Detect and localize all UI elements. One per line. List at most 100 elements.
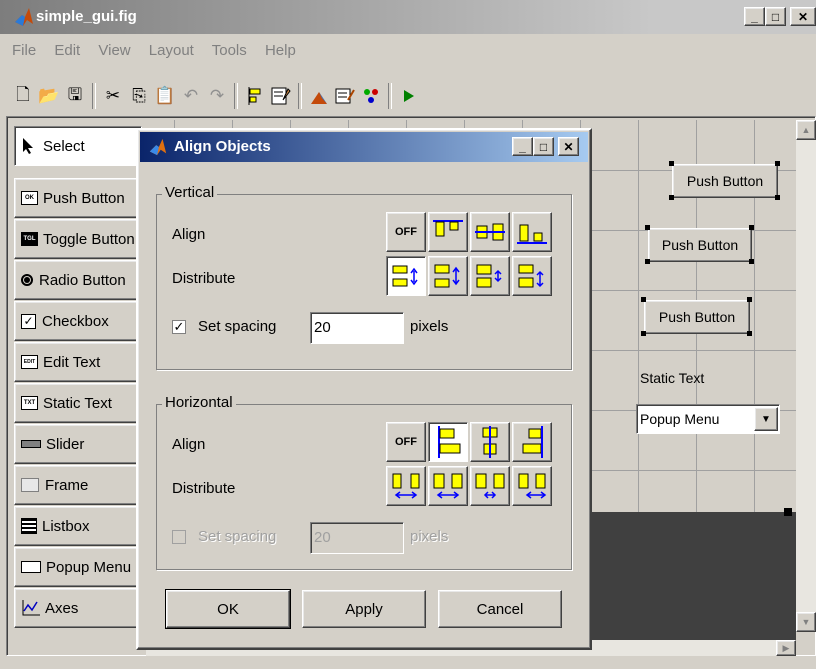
- popup-value: Popup Menu: [640, 411, 720, 427]
- palette-popup-menu[interactable]: Popup Menu: [14, 547, 142, 587]
- palette-static-text[interactable]: TXT Static Text: [14, 383, 142, 423]
- vertical-spacing-label: Set spacing: [198, 318, 277, 335]
- distribute-center-button[interactable]: [428, 466, 468, 506]
- distribute-gap-button[interactable]: [470, 256, 510, 296]
- canvas-static-text[interactable]: Static Text: [640, 370, 704, 386]
- align-bottom-button[interactable]: [512, 212, 552, 252]
- maximize-button[interactable]: □: [765, 7, 786, 26]
- palette-edit-text[interactable]: EDIT Edit Text: [14, 342, 142, 382]
- scroll-down-arrow-icon[interactable]: ▼: [796, 612, 816, 632]
- save-icon[interactable]: 🖫: [62, 83, 88, 109]
- distribute-top-button[interactable]: [386, 256, 426, 296]
- align-center-button[interactable]: [470, 422, 510, 462]
- distribute-vertical-icon: [434, 264, 460, 288]
- distribute-left-button[interactable]: [386, 466, 426, 506]
- ok-button[interactable]: OK: [165, 589, 291, 629]
- horizontal-align-off-button[interactable]: OFF: [386, 422, 426, 462]
- static-text-icon: TXT: [21, 396, 38, 410]
- canvas-popup-menu[interactable]: Popup Menu ▼: [636, 404, 780, 434]
- palette-label: Checkbox: [42, 312, 109, 330]
- palette-listbox[interactable]: Listbox: [14, 506, 142, 546]
- vertical-spacing-units: pixels: [410, 318, 449, 335]
- canvas-push-button-2[interactable]: Push Button: [648, 228, 752, 262]
- palette-select[interactable]: Select: [14, 126, 142, 166]
- minimize-button[interactable]: _: [744, 7, 765, 26]
- align-top-button[interactable]: [428, 212, 468, 252]
- align-center-icon: [482, 426, 498, 458]
- dialog-title-bar[interactable]: Align Objects _ □ ✕: [140, 132, 588, 162]
- scroll-right-arrow-icon[interactable]: ▶: [776, 640, 796, 656]
- canvas-push-button-3[interactable]: Push Button: [644, 300, 750, 334]
- dialog-maximize-button[interactable]: □: [533, 137, 554, 156]
- vertical-scrollbar[interactable]: [796, 120, 816, 632]
- copy-icon[interactable]: ⎘: [126, 83, 152, 109]
- distribute-right-button[interactable]: [512, 466, 552, 506]
- distribute-gap-h-button[interactable]: [470, 466, 510, 506]
- vertical-distribute-label: Distribute: [172, 270, 236, 287]
- palette-slider[interactable]: Slider: [14, 424, 142, 464]
- horizontal-spacing-checkbox[interactable]: [172, 530, 186, 544]
- run-icon[interactable]: [396, 83, 422, 109]
- edit-text-icon: EDIT: [21, 355, 38, 369]
- palette-toggle-button[interactable]: TGL Toggle Button: [14, 219, 142, 259]
- horizontal-align-label: Align: [172, 436, 206, 453]
- open-folder-icon[interactable]: 📂: [36, 83, 62, 109]
- distribute-bottom-button[interactable]: [512, 256, 552, 296]
- dialog-close-button[interactable]: ✕: [558, 137, 579, 156]
- align-right-icon: [522, 426, 543, 458]
- editor-icon[interactable]: [306, 83, 332, 109]
- distribute-middle-button[interactable]: [428, 256, 468, 296]
- menu-editor-icon[interactable]: [268, 83, 294, 109]
- vertical-align-off-button[interactable]: OFF: [386, 212, 426, 252]
- cut-icon[interactable]: ✂: [100, 83, 126, 109]
- palette-frame[interactable]: Frame: [14, 465, 142, 505]
- palette-radio-button[interactable]: Radio Button: [14, 260, 142, 300]
- horizontal-spacing-input[interactable]: 20: [310, 522, 404, 554]
- toggle-button-icon: TGL: [21, 232, 38, 246]
- scroll-up-arrow-icon[interactable]: ▲: [796, 120, 816, 140]
- palette-axes[interactable]: Axes: [14, 588, 142, 628]
- palette-label: Listbox: [42, 517, 90, 535]
- palette-push-button[interactable]: OK Push Button: [14, 178, 142, 218]
- menu-view[interactable]: View: [98, 42, 130, 59]
- apply-button[interactable]: Apply: [302, 590, 426, 628]
- palette-label: Push Button: [43, 189, 125, 207]
- paste-icon[interactable]: 📋: [152, 83, 178, 109]
- align-tool-icon[interactable]: [242, 83, 268, 109]
- new-file-icon[interactable]: 🗋: [10, 83, 36, 109]
- horizontal-distribute-label: Distribute: [172, 480, 236, 497]
- undo-icon[interactable]: ↶: [178, 83, 204, 109]
- frame-icon: [21, 478, 39, 492]
- selection-handle: [747, 297, 752, 302]
- redo-icon[interactable]: ↷: [204, 83, 230, 109]
- palette-label: Popup Menu: [46, 558, 132, 576]
- vertical-spacing-checkbox[interactable]: ✓: [172, 320, 186, 334]
- object-browser-icon[interactable]: [358, 83, 384, 109]
- horizontal-spacing-label: Set spacing: [198, 528, 277, 545]
- selection-handle: [641, 331, 646, 336]
- menu-layout[interactable]: Layout: [149, 42, 194, 59]
- align-left-icon: [438, 426, 461, 458]
- push-button-icon: OK: [21, 191, 38, 205]
- menu-tools[interactable]: Tools: [212, 42, 247, 59]
- close-button[interactable]: ✕: [790, 7, 816, 26]
- dialog-minimize-button[interactable]: _: [512, 137, 533, 156]
- align-middle-button[interactable]: [470, 212, 510, 252]
- align-left-button[interactable]: [428, 422, 468, 462]
- cancel-button[interactable]: Cancel: [438, 590, 562, 628]
- palette-checkbox[interactable]: ✓ Checkbox: [14, 301, 142, 341]
- vertical-spacing-input[interactable]: 20: [310, 312, 404, 344]
- menu-file[interactable]: File: [12, 42, 36, 59]
- listbox-icon: [21, 518, 37, 534]
- align-bottom-icon: [517, 224, 547, 244]
- arrow-cursor-icon: [23, 138, 33, 154]
- align-right-button[interactable]: [512, 422, 552, 462]
- menu-edit[interactable]: Edit: [54, 42, 80, 59]
- vertical-group-label: Vertical: [162, 184, 218, 201]
- main-title-bar[interactable]: simple_gui.fig _ □ ✕: [0, 0, 816, 34]
- canvas-push-button-1[interactable]: Push Button: [672, 164, 778, 198]
- menu-help[interactable]: Help: [265, 42, 296, 59]
- resize-handle[interactable]: [784, 508, 792, 516]
- chevron-down-icon[interactable]: ▼: [754, 407, 778, 431]
- property-inspector-icon[interactable]: [332, 83, 358, 109]
